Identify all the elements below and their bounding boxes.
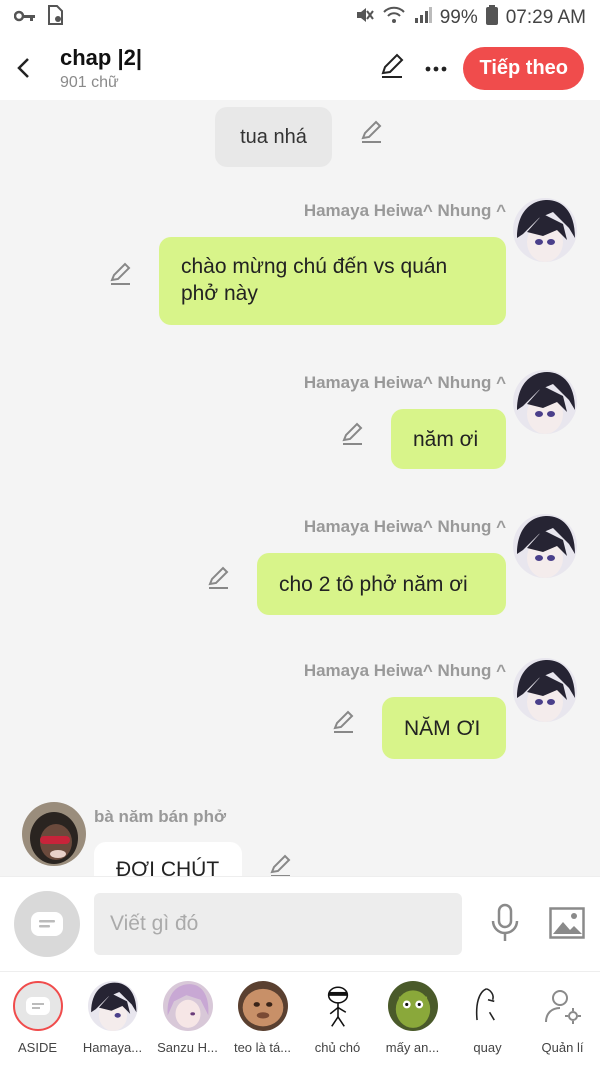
- pencil-icon: [382, 53, 404, 78]
- sender-name: Hamaya Heiwa^ Nhung ^: [303, 661, 506, 680]
- message-input[interactable]: Viết gì đó: [94, 893, 462, 955]
- user-settings-icon: [537, 981, 588, 1031]
- character-aside[interactable]: ASIDE: [0, 972, 75, 1067]
- battery-icon: [485, 5, 498, 31]
- mic-icon: [491, 903, 519, 941]
- message-bubble[interactable]: cho 2 tô phở năm ơi: [257, 553, 506, 615]
- avatar: [462, 981, 513, 1031]
- avatar: [387, 981, 438, 1031]
- next-button[interactable]: Tiếp theo: [463, 46, 584, 90]
- message-bubble[interactable]: NĂM ƠI: [382, 697, 506, 759]
- sender-name: Hamaya Heiwa^ Nhung ^: [303, 201, 506, 220]
- edit-message-icon[interactable]: [359, 118, 385, 144]
- sender-name: bà năm bán phở: [94, 807, 227, 826]
- avatar[interactable]: [513, 514, 577, 578]
- aside-toggle-button[interactable]: [14, 891, 80, 957]
- edit-message-icon[interactable]: [340, 420, 366, 446]
- message-line: cho 2 tô phở năm ơi: [279, 572, 468, 596]
- mute-icon: [354, 5, 374, 31]
- chat-area[interactable]: tua nhá Hamaya Heiwa^ Nhung ^ chào mừng …: [0, 100, 600, 876]
- aside-message[interactable]: tua nhá: [215, 107, 332, 167]
- avatar: [87, 981, 138, 1031]
- character-label: Hamaya...: [82, 1040, 143, 1055]
- character-may-an[interactable]: mấy an...: [375, 972, 450, 1067]
- avatar[interactable]: [513, 370, 577, 434]
- sender-name: Hamaya Heiwa^ Nhung ^: [303, 517, 506, 536]
- character-teo[interactable]: teo là tá...: [225, 972, 300, 1067]
- message-line: năm ơi: [413, 427, 479, 451]
- message-line: ĐỢI CHÚT: [116, 858, 220, 876]
- chat-bubble-icon: [25, 997, 50, 1015]
- back-button[interactable]: [0, 36, 46, 100]
- character-hamaya[interactable]: Hamaya...: [75, 972, 150, 1067]
- key-icon: [13, 7, 36, 29]
- word-count: 901 chữ: [60, 73, 119, 91]
- character-chu-cho[interactable]: chủ chó: [300, 972, 375, 1067]
- manage-characters-button[interactable]: Quản lí: [525, 972, 600, 1067]
- clock: 07:29 AM: [505, 7, 586, 28]
- character-sanzu[interactable]: Sanzu H...: [150, 972, 225, 1067]
- back-arrow-icon: [17, 58, 29, 78]
- chat-bubble-icon: [31, 912, 63, 936]
- message-line: NĂM ƠI: [404, 716, 481, 740]
- compose-bar: Viết gì đó: [0, 876, 600, 971]
- edit-message-icon[interactable]: [108, 260, 134, 286]
- more-button[interactable]: [425, 59, 447, 77]
- sender-name: Hamaya Heiwa^ Nhung ^: [303, 373, 506, 392]
- battery-percent: 99%: [439, 7, 478, 28]
- edit-message-icon[interactable]: [268, 852, 294, 876]
- sim-icon: [46, 5, 64, 31]
- message-line: phở này: [181, 282, 258, 305]
- edit-title-button[interactable]: [379, 53, 405, 84]
- image-button[interactable]: [549, 907, 585, 944]
- character-label: mấy an...: [385, 1040, 440, 1055]
- avatar: [312, 981, 363, 1031]
- aside-avatar: [12, 981, 63, 1031]
- character-label: quay: [473, 1040, 502, 1055]
- avatar: [237, 981, 288, 1031]
- image-icon: [549, 907, 585, 939]
- character-label: ASIDE: [17, 1040, 57, 1055]
- character-label: Quản lí: [541, 1040, 584, 1055]
- edit-message-icon[interactable]: [331, 708, 357, 734]
- avatar[interactable]: [513, 198, 577, 262]
- status-bar: 99% 07:29 AM: [0, 0, 600, 36]
- message-bubble[interactable]: ĐỢI CHÚT: [94, 842, 242, 876]
- character-bar: ASIDE Hamaya... Sanzu H... teo là tá... …: [0, 971, 600, 1067]
- signal-icon: [414, 7, 432, 29]
- chapter-title: chap |2|: [60, 44, 143, 70]
- message-line: chào mừng chú đến vs quán: [181, 255, 448, 278]
- character-label: teo là tá...: [233, 1040, 292, 1055]
- character-label: Sanzu H...: [157, 1040, 218, 1055]
- character-quay[interactable]: quay: [450, 972, 525, 1067]
- message-bubble[interactable]: năm ơi: [391, 409, 506, 469]
- wifi-icon: [382, 6, 406, 30]
- header: chap |2| 901 chữ Tiếp theo: [0, 36, 600, 100]
- mic-button[interactable]: [488, 903, 522, 948]
- avatar[interactable]: [513, 658, 577, 722]
- avatar[interactable]: [22, 802, 86, 866]
- edit-message-icon[interactable]: [206, 564, 232, 590]
- character-label: chủ chó: [314, 1040, 361, 1055]
- avatar: [162, 981, 213, 1031]
- message-bubble[interactable]: chào mừng chú đến vs quán phở này: [159, 237, 506, 325]
- more-icon: [426, 66, 447, 72]
